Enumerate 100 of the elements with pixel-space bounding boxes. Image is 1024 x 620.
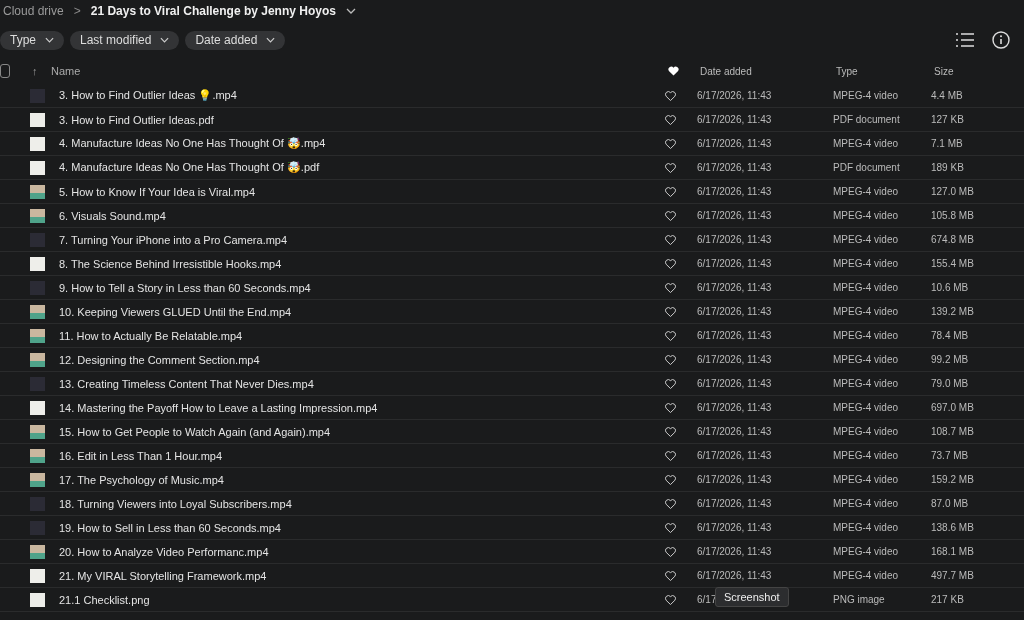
sort-arrow[interactable]: ↑ [32, 65, 51, 77]
heart-icon[interactable] [665, 162, 676, 173]
date-text: 6/17/2026, 11:43 [697, 426, 772, 437]
date-text: 6/17/2026, 11:43 [697, 546, 772, 557]
file-name: 11. How to Actually Be Relatable.mp4 [59, 329, 244, 342]
size-text: 139.2 MB [931, 306, 974, 317]
type-text: MPEG-4 video [833, 210, 900, 221]
date-text: 6/17/2026, 11:43 [697, 210, 772, 221]
heart-icon[interactable] [665, 546, 676, 557]
file-name: 12. Designing the Comment Section.mp4 [59, 353, 261, 366]
file-row[interactable]: 19. How to Sell in Less than 60 Seconds.mp4 6/17/2026, 11:43 MPEG-4 video 138.6 MB [0, 516, 1024, 540]
thumbnail-placeholder [30, 280, 45, 295]
file-row[interactable]: 16. Edit in Less Than 1 Hour.mp4 6/17/2026, 11:43 MPEG-4 video 73.7 MB [0, 444, 1024, 468]
date-text: 6/17/2026, 11:43 [697, 378, 772, 389]
file-row[interactable]: 7. Turning Your iPhone into a Pro Camera.mp4 6/17/2026, 11:43 MPEG-4 video 674.8 MB [0, 228, 1024, 252]
type-text: MPEG-4 video [833, 330, 900, 341]
heart-icon[interactable] [665, 450, 676, 461]
type-text: MPEG-4 video [833, 234, 900, 245]
heart-icon[interactable] [665, 354, 676, 365]
heart-icon[interactable] [665, 498, 676, 509]
size-text: 10.6 MB [931, 282, 969, 293]
type-text: PNG image [833, 594, 886, 605]
heart-icon[interactable] [665, 282, 676, 293]
size-text: 127 KB [931, 114, 964, 125]
heart-icon[interactable] [665, 330, 676, 341]
breadcrumb-separator: > [73, 4, 81, 18]
heart-icon[interactable] [668, 66, 679, 76]
file-row[interactable]: 3. How to Find Outlier Ideas 💡.mp4 6/17/2026, 11:43 MPEG-4 video 4.4 MB [0, 84, 1024, 108]
heart-icon[interactable] [665, 306, 676, 317]
file-row[interactable]: 15. How to Get People to Watch Again (and Again).mp4 6/17/2026, 11:43 MPEG-4 video 108.7 MB [0, 420, 1024, 444]
chevron-down-icon[interactable] [345, 8, 356, 14]
file-row[interactable]: 12. Designing the Comment Section.mp4 6/17/2026, 11:43 MPEG-4 video 99.2 MB [0, 348, 1024, 372]
type-text: MPEG-4 video [833, 282, 900, 293]
file-row[interactable]: 8. The Science Behind Irresistible Hooks.mp4 6/17/2026, 11:43 MPEG-4 video 155.4 MB [0, 252, 1024, 276]
heart-icon[interactable] [665, 138, 676, 149]
file-row[interactable]: 3. How to Find Outlier Ideas.pdf 6/17/2026, 11:43 PDF document 127 KB [0, 108, 1024, 132]
type-text: MPEG-4 video [833, 426, 900, 437]
thumbnail-placeholder [30, 160, 45, 175]
heart-icon[interactable] [665, 378, 676, 389]
heart-icon[interactable] [665, 594, 676, 605]
file-row[interactable]: 17. The Psychology of Music.mp4 6/17/2026, 11:43 MPEG-4 video 159.2 MB [0, 468, 1024, 492]
file-name: 5. How to Know If Your Idea is Viral.mp4 [59, 185, 257, 198]
file-name: 4. Manufacture Ideas No One Has Thought Of 🤯.pdf [59, 161, 321, 174]
column-header[interactable]: Size [934, 65, 954, 77]
heart-icon[interactable] [665, 426, 676, 437]
file-row[interactable]: 9. How to Tell a Story in Less than 60 Seconds.mp4 6/17/2026, 11:43 MPEG-4 video 10.6 MB [0, 276, 1024, 300]
chevron-down-icon [45, 37, 54, 43]
file-row[interactable]: 21.1 Checklist.png 6/17 Screenshot PNG image 217 KB [0, 588, 1024, 612]
thumbnail-placeholder [30, 496, 45, 511]
heart-icon[interactable] [665, 114, 676, 125]
file-row[interactable]: 21. My VIRAL Storytelling Framework.mp4 6/17/2026, 11:43 MPEG-4 video 497.7 MB [0, 564, 1024, 588]
select-all-checkbox[interactable] [0, 64, 10, 78]
heart-icon[interactable] [665, 522, 676, 533]
date-text: 6/17/2026, 11:43 [697, 258, 772, 269]
date-text: 6/17/2026, 11:43 [697, 114, 772, 125]
info-icon[interactable] [992, 31, 1010, 49]
size-text: 108.7 MB [931, 426, 974, 437]
heart-icon[interactable] [665, 234, 676, 245]
file-row[interactable]: 6. Visuals Sound.mp4 6/17/2026, 11:43 MPEG-4 video 105.8 MB [0, 204, 1024, 228]
filter-dropdown[interactable]: Date added [185, 30, 286, 50]
file-row[interactable]: 14. Mastering the Payoff How to Leave a Lasting Impression.mp4 6/17/2026, 11:43 MPEG-4 video 697.0 MB [0, 396, 1024, 420]
column-header[interactable]: Date added [700, 65, 836, 77]
heart-icon[interactable] [665, 258, 676, 269]
type-text: MPEG-4 video [833, 546, 900, 557]
list-view-icon[interactable] [956, 33, 974, 47]
file-row[interactable]: 10. Keeping Viewers GLUED Until the End.mp4 6/17/2026, 11:43 MPEG-4 video 139.2 MB [0, 300, 1024, 324]
date-text: 6/17/2026, 11:43 [697, 522, 772, 533]
file-name: 14. Mastering the Payoff How to Leave a Lasting Impression.mp4 [59, 401, 379, 414]
heart-icon[interactable] [665, 210, 676, 221]
file-name: 9. How to Tell a Story in Less than 60 Seconds.mp4 [59, 281, 312, 294]
heart-icon[interactable] [665, 474, 676, 485]
column-header[interactable]: Name [51, 65, 668, 77]
file-row[interactable]: 5. How to Know If Your Idea is Viral.mp4 6/17/2026, 11:43 MPEG-4 video 127.0 MB [0, 180, 1024, 204]
size-text: 674.8 MB [931, 234, 974, 245]
file-name: 6. Visuals Sound.mp4 [59, 209, 167, 222]
size-text: 105.8 MB [931, 210, 974, 221]
date-text: 6/17/2026, 11:43 [697, 330, 772, 341]
filter-dropdown[interactable]: Type [0, 30, 64, 50]
file-name: 10. Keeping Viewers GLUED Until the End.mp4 [59, 305, 293, 318]
date-text: 6/17 [697, 594, 717, 605]
breadcrumb-link[interactable]: Cloud drive [3, 4, 64, 18]
thumbnail-placeholder [30, 520, 45, 535]
thumbnail-placeholder [30, 544, 45, 559]
heart-icon[interactable] [665, 186, 676, 197]
heart-icon[interactable] [665, 90, 676, 101]
file-row[interactable]: 20. How to Analyze Video Performanc.mp4 6/17/2026, 11:43 MPEG-4 video 168.1 MB [0, 540, 1024, 564]
file-row[interactable]: 18. Turning Viewers into Loyal Subscribers.mp4 6/17/2026, 11:43 MPEG-4 video 87.0 MB [0, 492, 1024, 516]
date-text: 6/17/2026, 11:43 [697, 498, 772, 509]
file-row[interactable]: 11. How to Actually Be Relatable.mp4 6/17/2026, 11:43 MPEG-4 video 78.4 MB [0, 324, 1024, 348]
file-name: 21.1 Checklist.png [59, 593, 151, 606]
file-row[interactable]: 4. Manufacture Ideas No One Has Thought Of 🤯.pdf 6/17/2026, 11:43 PDF document 189 KB [0, 156, 1024, 180]
thumbnail-placeholder [30, 184, 45, 199]
column-header[interactable]: Type [836, 65, 934, 77]
file-row[interactable]: 13. Creating Timeless Content That Never Dies.mp4 6/17/2026, 11:43 MPEG-4 video 79.0 MB [0, 372, 1024, 396]
size-text: 497.7 MB [931, 570, 974, 581]
thumbnail-placeholder [30, 136, 45, 151]
filter-dropdown[interactable]: Last modified [70, 30, 180, 50]
file-row[interactable]: 4. Manufacture Ideas No One Has Thought Of 🤯.mp4 6/17/2026, 11:43 MPEG-4 video 7.1 MB [0, 132, 1024, 156]
heart-icon[interactable] [665, 402, 676, 413]
heart-icon[interactable] [665, 570, 676, 581]
